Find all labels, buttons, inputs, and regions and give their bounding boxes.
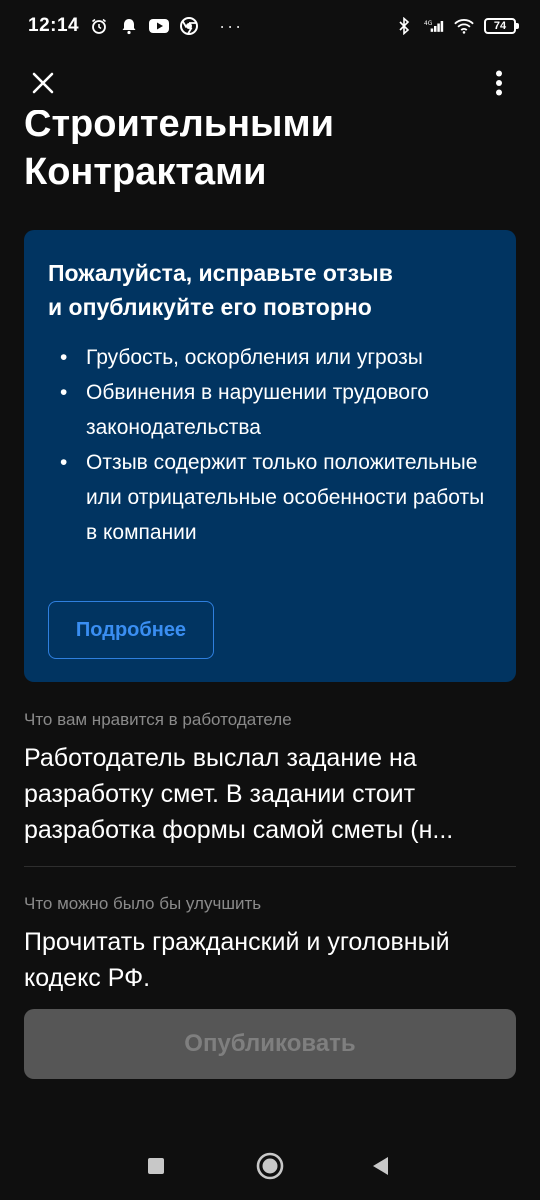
youtube-icon [149, 16, 170, 36]
page-title-line-1: Строительными [24, 110, 334, 145]
wifi-icon [454, 16, 474, 36]
improve-label: Что можно было бы улучшить [24, 894, 262, 913]
more-details-button[interactable]: Подробнее [48, 601, 214, 659]
status-time: 12:14 [28, 15, 80, 36]
likes-label: Что вам нравится в работодателе [24, 710, 292, 729]
svg-text:4G: 4G [424, 21, 433, 27]
notice-reason-item: Отзыв содержит только положительные или … [60, 445, 492, 550]
notification-icon [119, 16, 139, 36]
toolbar [0, 56, 540, 110]
back-button[interactable] [362, 1148, 398, 1184]
battery-level: 74 [493, 20, 507, 32]
bluetooth-icon [394, 16, 414, 36]
home-button[interactable] [252, 1148, 288, 1184]
notice-reason-item: Обвинения в нарушении трудового законода… [60, 375, 492, 445]
page-title-line-2: Контрактами [24, 151, 267, 193]
status-bar-right: 4G 74 [394, 16, 519, 36]
title-area: Строительными Контрактами [0, 110, 540, 210]
close-icon [32, 72, 54, 94]
notice-title-line-1: Пожалуйста, исправьте отзыв [48, 260, 393, 286]
close-button[interactable] [24, 64, 62, 102]
more-vertical-icon [496, 70, 502, 96]
notice-reasons-list: Грубость, оскорбления или угрозы Обвинен… [48, 340, 492, 550]
page-title: Строительными Контрактами [24, 110, 334, 196]
chrome-icon [179, 16, 199, 36]
battery-icon: 74 [484, 18, 519, 34]
likes-text[interactable]: Работодатель выслал задание на разработк… [24, 740, 516, 848]
notice-reason-item: Грубость, оскорбления или угрозы [60, 340, 492, 375]
more-options-button[interactable] [480, 64, 518, 102]
improve-text[interactable]: Прочитать гражданский и уголовный кодекс… [24, 924, 516, 996]
recent-apps-icon [148, 1158, 164, 1174]
home-icon [256, 1152, 284, 1180]
status-bar-left: 12:14 ··· [28, 15, 243, 37]
moderation-notice-card: Пожалуйста, исправьте отзыв и опубликуйт… [24, 230, 516, 682]
recent-apps-button[interactable] [138, 1148, 174, 1184]
notice-title-line-2: и опубликуйте его повторно [48, 294, 372, 320]
signal-icon: 4G [424, 16, 444, 36]
more-notifications-indicator: ··· [219, 15, 244, 36]
back-icon [373, 1157, 388, 1175]
section-divider [24, 866, 516, 867]
status-bar: 12:14 ··· 4G 74 [0, 0, 540, 52]
alarm-icon [89, 16, 109, 36]
notice-title: Пожалуйста, исправьте отзыв и опубликуйт… [48, 256, 492, 324]
publish-button[interactable]: Опубликовать [24, 1009, 516, 1079]
system-nav-bar [0, 1130, 540, 1200]
